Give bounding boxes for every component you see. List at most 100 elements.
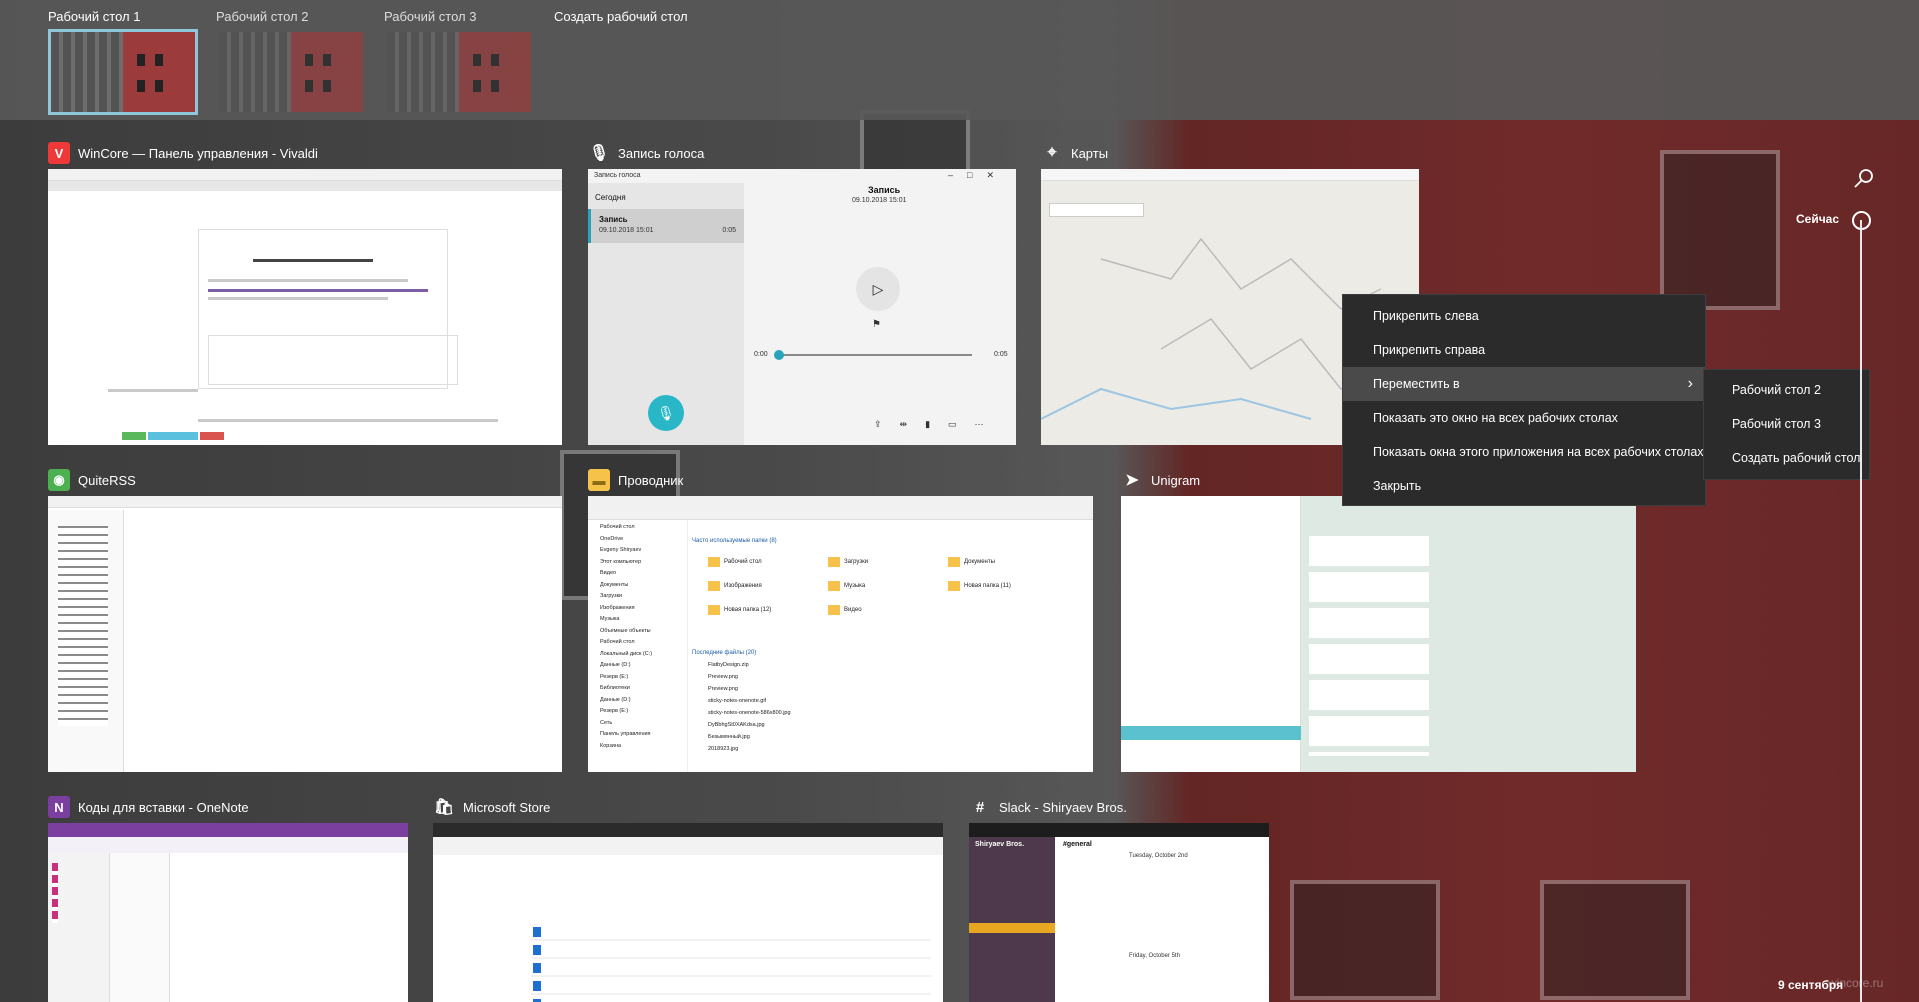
explorer-folder-tile[interactable]: Новая папка (11) xyxy=(948,576,1011,596)
explorer-sidebar-item[interactable]: Рабочий стол xyxy=(600,639,635,645)
explorer-folder-tile[interactable]: Новая папка (12) xyxy=(708,600,771,620)
window-thumbnail[interactable]: Shiryaev Bros. #general Tuesday, October… xyxy=(969,823,1269,1002)
explorer-file-row[interactable]: Preview.png xyxy=(708,674,738,680)
seek-bar[interactable] xyxy=(778,354,972,356)
window-title: QuiteRSS xyxy=(78,472,136,488)
explorer-file-row[interactable]: DyBbhgSt0XAKdsa.jpg xyxy=(708,722,765,728)
explorer-sidebar-item[interactable]: Резерв (E:) xyxy=(600,674,628,680)
window-context-menu: Прикрепить слева Прикрепить справа Перем… xyxy=(1342,294,1706,506)
recording-heading: Запись xyxy=(868,185,901,195)
play-button[interactable]: ▷ xyxy=(856,267,900,311)
window-onenote[interactable]: N Коды для вставки - OneNote xyxy=(48,793,408,1002)
timeline-track[interactable] xyxy=(1860,220,1862,1002)
menu-item-move-to[interactable]: Переместить в › xyxy=(1343,367,1705,401)
flag-icon[interactable]: ⚑ xyxy=(872,319,881,330)
explorer-folder-tile[interactable]: Документы xyxy=(948,552,995,572)
recording-name: Запись xyxy=(599,215,628,224)
menu-item-show-app-all-desktops[interactable]: Показать окна этого приложения на всех р… xyxy=(1343,435,1705,469)
window-file-explorer[interactable]: ▬ Проводник Рабочий стол OneDrive Evgeny S… xyxy=(588,466,1093,772)
menu-item-label: Переместить в xyxy=(1373,377,1460,391)
voice-recorder-icon: 🎙 xyxy=(588,145,610,162)
window-microsoft-store[interactable]: 🛍 Microsoft Store xyxy=(433,793,943,1002)
explorer-sidebar-item[interactable]: Сеть xyxy=(600,720,612,726)
desktop-2[interactable]: Рабочий стол 2 xyxy=(216,8,363,112)
folder-name: Музыка xyxy=(844,583,866,589)
window-thumbnail[interactable] xyxy=(48,823,408,1002)
submenu-item-new-desktop[interactable]: Создать рабочий стол xyxy=(1704,441,1869,475)
desktop-3-thumbnail[interactable] xyxy=(384,29,534,115)
explorer-sidebar-item[interactable]: Видео xyxy=(600,570,616,576)
folder-name: Видео xyxy=(844,607,862,613)
explorer-sidebar-item[interactable]: Корзина xyxy=(600,743,621,749)
explorer-file-row[interactable]: sticky-notes-onenote.gif xyxy=(708,698,766,704)
folder-name: Загрузки xyxy=(844,559,869,565)
explorer-sidebar-item[interactable]: Документы xyxy=(600,582,628,588)
desktop-1-thumbnail[interactable] xyxy=(48,29,198,115)
window-slack[interactable]: # Slack - Shiryaev Bros. Shiryaev Bros. … xyxy=(969,793,1269,1002)
window-header: ⌖ Карты xyxy=(1041,139,1108,167)
window-voice-recorder[interactable]: 🎙 Запись голоса Запись голоса –□✕ Сегодн… xyxy=(588,139,1016,445)
window-thumbnail[interactable] xyxy=(433,823,943,1002)
folder-name: Изображения xyxy=(724,583,762,589)
recording-list-item[interactable]: Запись 09.10.2018 15:01 0:05 xyxy=(588,209,744,243)
window-thumbnail[interactable] xyxy=(48,496,562,772)
explorer-sidebar-item[interactable]: Объемные объекты xyxy=(600,628,651,634)
window-header: V WinCore — Панель управления - Vivaldi xyxy=(48,139,318,167)
explorer-sidebar-item[interactable]: Панель управления xyxy=(600,731,651,737)
timeline-now-label: Сейчас xyxy=(1796,212,1840,226)
explorer-sidebar-item[interactable]: Изображения xyxy=(600,605,635,611)
menu-item-show-window-all-desktops[interactable]: Показать это окно на всех рабочих столах xyxy=(1343,401,1705,435)
menu-item-snap-right[interactable]: Прикрепить справа xyxy=(1343,333,1705,367)
menu-item-label: Прикрепить справа xyxy=(1373,343,1486,357)
explorer-file-row[interactable]: Preview.png xyxy=(708,686,738,692)
submenu-item-desktop-3[interactable]: Рабочий стол 3 xyxy=(1704,407,1869,441)
explorer-sidebar-item[interactable]: Рабочий стол xyxy=(600,524,635,530)
explorer-file-row[interactable]: 2018923.jpg xyxy=(708,746,738,752)
desktop-3[interactable]: Рабочий стол 3 xyxy=(384,8,531,112)
explorer-file-row[interactable]: Безымянный.jpg xyxy=(708,734,750,740)
desktop-1-label: Рабочий стол 1 xyxy=(48,9,141,24)
new-desktop-button[interactable]: Создать рабочий стол xyxy=(554,8,688,26)
explorer-folder-tile[interactable]: Рабочий стол xyxy=(708,552,762,572)
explorer-sidebar-item[interactable]: Библиотеки xyxy=(600,685,630,691)
search-icon[interactable] xyxy=(1852,166,1876,190)
window-thumbnail[interactable] xyxy=(1121,496,1636,772)
explorer-file-row[interactable]: FlatbyDesign.zip xyxy=(708,662,749,668)
window-quiterss[interactable]: ◉ QuiteRSS xyxy=(48,466,562,772)
explorer-sidebar-item[interactable]: Загрузки xyxy=(600,593,622,599)
window-thumbnail[interactable]: Запись голоса –□✕ Сегодня Запись 09.10.2… xyxy=(588,169,1016,445)
seek-thumb[interactable] xyxy=(774,350,784,360)
chevron-right-icon: › xyxy=(1687,375,1693,392)
folder-name: Документы xyxy=(964,559,995,565)
window-unigram[interactable]: ➤ Unigram xyxy=(1121,466,1636,772)
explorer-file-row[interactable]: sticky-notes-onenote-586x800.jpg xyxy=(708,710,791,716)
menu-item-snap-left[interactable]: Прикрепить слева xyxy=(1343,299,1705,333)
explorer-folder-tile[interactable]: Загрузки xyxy=(828,552,868,572)
explorer-sidebar-item[interactable]: Этот компьютер xyxy=(600,559,641,565)
explorer-folder-tile[interactable]: Изображения xyxy=(708,576,762,596)
virtual-desktops-bar: Рабочий стол 1 Рабочий стол 2 Рабочий ст… xyxy=(0,0,1919,120)
desktop-1[interactable]: Рабочий стол 1 xyxy=(48,8,198,115)
record-button[interactable]: 🎙 xyxy=(648,395,684,431)
window-title: Коды для вставки - OneNote xyxy=(78,799,249,815)
window-thumbnail[interactable] xyxy=(48,169,562,445)
folder-icon xyxy=(948,557,960,567)
submenu-item-desktop-2[interactable]: Рабочий стол 2 xyxy=(1704,373,1869,407)
desktop-2-thumbnail[interactable] xyxy=(216,29,366,115)
submenu-item-label: Создать рабочий стол xyxy=(1732,451,1861,465)
explorer-sidebar-item[interactable]: Локальный диск (C:) xyxy=(600,651,652,657)
explorer-sidebar-item[interactable]: Данные (D:) xyxy=(600,662,631,668)
explorer-sidebar-item[interactable]: Данные (D:) xyxy=(600,697,631,703)
explorer-folder-tile[interactable]: Видео xyxy=(828,600,862,620)
explorer-sidebar-item[interactable]: OneDrive xyxy=(600,536,623,542)
explorer-sidebar-item[interactable]: Музыка xyxy=(600,616,619,622)
explorer-sidebar-item[interactable]: Evgeny Shiryaev xyxy=(600,547,641,553)
today-label: Сегодня xyxy=(595,193,626,202)
vivaldi-icon: V xyxy=(48,142,70,164)
explorer-folder-tile[interactable]: Музыка xyxy=(828,576,865,596)
window-vivaldi[interactable]: V WinCore — Панель управления - Vivaldi xyxy=(48,139,562,445)
explorer-sidebar-item[interactable]: Резерв (E:) xyxy=(600,708,628,714)
window-header: # Slack - Shiryaev Bros. xyxy=(969,793,1127,821)
menu-item-close[interactable]: Закрыть xyxy=(1343,469,1705,503)
window-thumbnail[interactable]: Рабочий стол OneDrive Evgeny Shiryaev Этот … xyxy=(588,496,1093,772)
